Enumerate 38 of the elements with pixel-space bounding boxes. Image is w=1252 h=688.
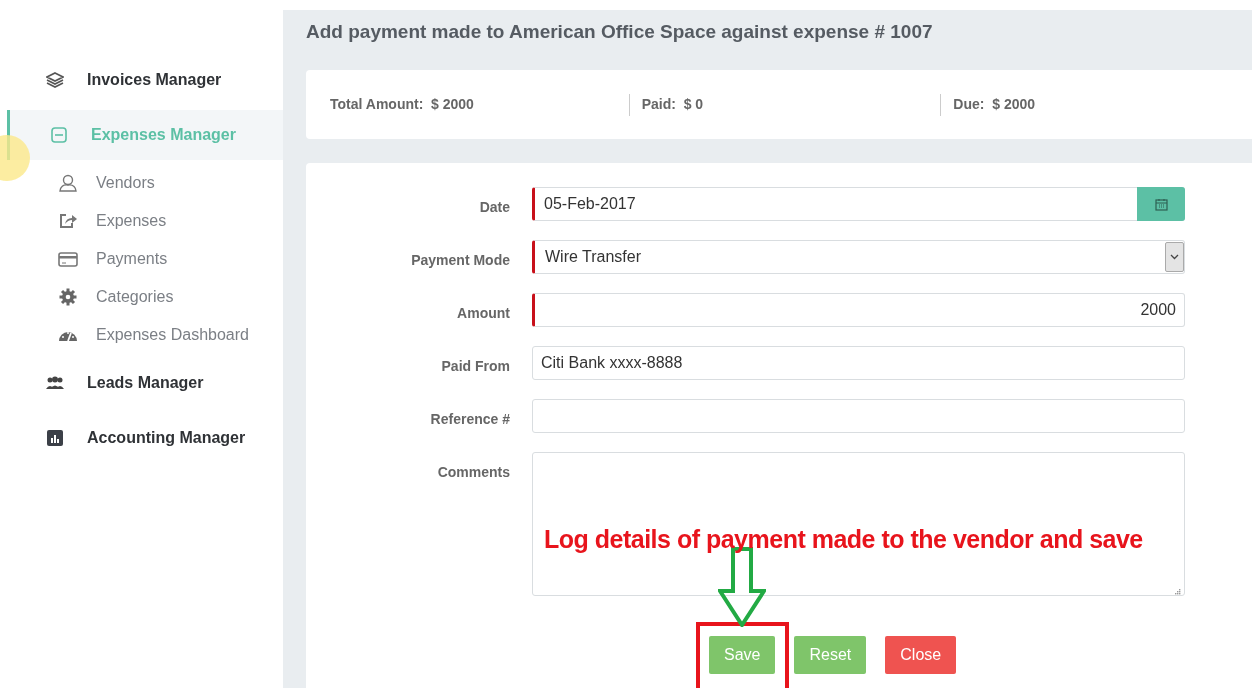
field-label: Amount	[457, 305, 510, 321]
credit-card-icon	[58, 251, 78, 267]
calendar-icon	[1154, 197, 1168, 211]
nav-subitem[interactable]: Categories	[0, 278, 283, 316]
nav-subitem[interactable]: Expenses	[0, 202, 283, 240]
input-field[interactable]	[532, 399, 1185, 433]
resize-grip-icon	[1174, 588, 1181, 595]
field-label: Paid From	[441, 358, 510, 374]
nav-subitem[interactable]: Payments	[0, 240, 283, 278]
field-label: Reference #	[430, 411, 510, 427]
summary-item: Paid: $ 0	[641, 95, 704, 114]
gear-icon	[59, 288, 77, 306]
input-field[interactable]: Citi Bank xxxx-8888	[532, 346, 1185, 380]
nav-item[interactable]: Invoices Manager	[7, 55, 283, 105]
caret-icon	[1170, 254, 1179, 260]
payment-mode-select[interactable]: Wire Transfer	[532, 240, 1185, 274]
comments-field[interactable]	[532, 452, 1185, 596]
nav-item[interactable]: Accounting Manager	[7, 413, 283, 463]
field-label: Payment Mode	[411, 252, 510, 268]
users-icon	[45, 376, 65, 390]
bar-chart-icon	[47, 430, 63, 446]
page-title: Add payment made to American Office Space against expense # 1007	[306, 20, 934, 44]
field-label: Comments	[437, 464, 510, 480]
layers-icon	[46, 72, 64, 88]
summary-item: Total Amount: $ 2000	[330, 95, 474, 114]
nav-subitem[interactable]: Vendors	[0, 164, 283, 202]
collapse-icon	[51, 127, 67, 143]
summary-item: Due: $ 2000	[953, 95, 1036, 114]
action-button[interactable]: Close	[885, 636, 957, 674]
annotation-text: Log details of payment made to the vendor and save	[544, 524, 1143, 555]
calendar-button[interactable]	[1137, 187, 1185, 221]
share-icon	[59, 213, 77, 229]
date-field[interactable]: 05-Feb-2017	[532, 187, 1185, 221]
user-icon	[59, 174, 77, 192]
field-label: Date	[479, 199, 510, 215]
nav-item[interactable]: Leads Manager	[7, 358, 283, 408]
input-field[interactable]: 2000	[532, 293, 1185, 327]
nav-subitem[interactable]: Expenses Dashboard	[0, 316, 283, 354]
